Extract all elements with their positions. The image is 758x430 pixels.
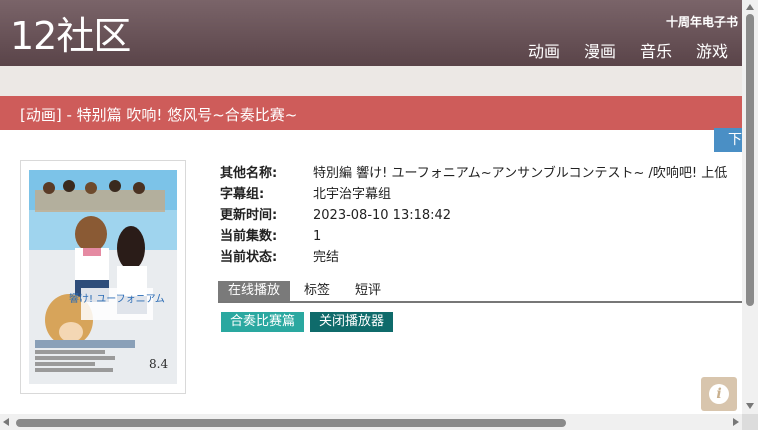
close-player-button[interactable]: 关闭播放器 xyxy=(310,312,394,332)
scroll-left-icon[interactable] xyxy=(3,418,9,426)
horizontal-scrollbar[interactable] xyxy=(0,414,742,430)
nav-item-comic[interactable]: 漫画 xyxy=(584,38,616,62)
poster-logo-text: 響け! ユーフォニアム xyxy=(69,292,165,305)
info-label: 字幕组: xyxy=(220,187,265,202)
main-nav: 动画 漫画 音乐 游戏 xyxy=(504,38,728,62)
info-label: 其他名称: xyxy=(220,166,278,181)
vertical-scrollbar[interactable] xyxy=(742,0,758,414)
scrollbar-corner xyxy=(742,414,758,430)
info-value: 1 xyxy=(313,229,322,244)
scroll-right-icon[interactable] xyxy=(733,418,739,426)
header-strip xyxy=(0,66,742,96)
horizontal-scroll-thumb[interactable] xyxy=(16,419,566,427)
info-label: 更新时间: xyxy=(220,208,278,223)
tab-reviews[interactable]: 短评 xyxy=(355,281,381,301)
info-value: 2023-08-10 13:18:42 xyxy=(313,208,452,223)
title-bar: [动画] - 特别篇 吹响! 悠风号~合奏比赛~ xyxy=(0,96,742,130)
poster-image: 響け! ユーフォニアム 8.4 xyxy=(29,170,177,384)
info-row-episode-count: 当前集数: 1 xyxy=(220,226,744,247)
info-value: 完结 xyxy=(313,250,340,265)
info-label: 当前状态: xyxy=(220,250,278,265)
tab-tags[interactable]: 标签 xyxy=(304,281,330,301)
promo-link[interactable]: 十周年电子书 xyxy=(666,13,738,30)
anime-info: 其他名称: 特別編 響け! ユーフォニアム~アンサンブルコンテスト~ /吹响吧! … xyxy=(220,163,744,268)
info-value: 北宇治字幕组 xyxy=(313,187,392,202)
nav-item-game[interactable]: 游戏 xyxy=(696,38,728,62)
vertical-scroll-thumb[interactable] xyxy=(746,14,754,306)
download-button[interactable]: 下 xyxy=(714,128,742,152)
info-button[interactable]: i xyxy=(701,377,737,411)
info-row-alt-name: 其他名称: 特別編 響け! ユーフォニアム~アンサンブルコンテスト~ /吹响吧! … xyxy=(220,163,744,184)
nav-item-music[interactable]: 音乐 xyxy=(640,38,672,62)
tab-online-play[interactable]: 在线播放 xyxy=(218,281,291,301)
scroll-down-icon[interactable] xyxy=(746,403,754,409)
nav-item-anime[interactable]: 动画 xyxy=(528,38,560,62)
poster-date: 8.4 xyxy=(149,357,168,371)
page-title: [动画] - 特别篇 吹响! 悠风号~合奏比赛~ xyxy=(20,106,298,124)
scroll-up-icon[interactable] xyxy=(746,4,754,10)
info-label: 当前集数: xyxy=(220,229,278,244)
info-row-updated: 更新时间: 2023-08-10 13:18:42 xyxy=(220,205,744,226)
info-value: 特別編 響け! ユーフォニアム~アンサンブルコンテスト~ /吹响吧! 上低 xyxy=(313,166,728,181)
poster-frame: 響け! ユーフォニアム 8.4 xyxy=(20,160,186,394)
episode-list: 合奏比赛篇 关闭播放器 xyxy=(221,310,399,332)
info-row-status: 当前状态: 完结 xyxy=(220,247,744,268)
site-logo[interactable]: 12社区 xyxy=(10,14,131,58)
info-icon: i xyxy=(709,384,729,404)
episode-button[interactable]: 合奏比赛篇 xyxy=(221,312,305,332)
content-tabs: 在线播放 标签 短评 xyxy=(218,281,742,303)
site-header: 12社区 十周年电子书 动画 漫画 音乐 游戏 xyxy=(0,0,742,66)
info-row-subtitle-group: 字幕组: 北宇治字幕组 xyxy=(220,184,744,205)
